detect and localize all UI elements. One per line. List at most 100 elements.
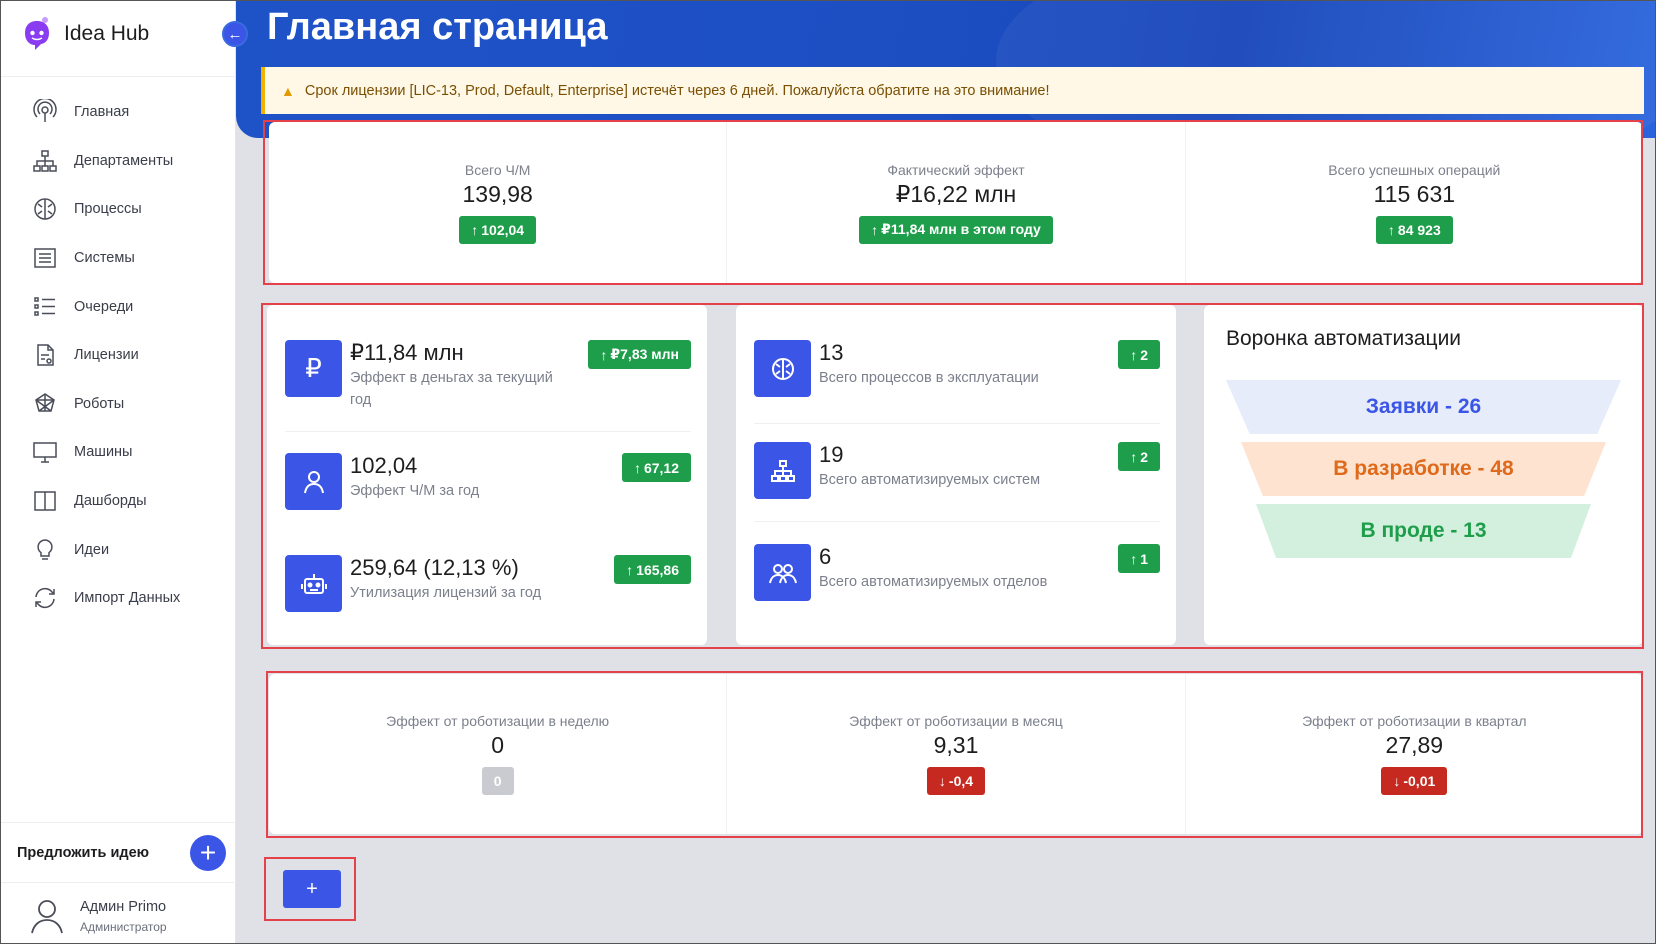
kpi-desc: Эффект в деньгах за текущий год [350, 370, 553, 408]
summary-stat: Всего Ч/М 139,98 ↑ 102,04 [269, 122, 728, 283]
process-icon [754, 340, 811, 397]
monitor-icon [33, 442, 57, 464]
app-name: Idea Hub [64, 22, 150, 45]
kpi-desc: Эффект Ч/М за год [350, 483, 480, 499]
alert-text: Срок лицензии [LIC-13, Prod, Default, En… [304, 82, 1050, 99]
funnel-step-requests[interactable]: Заявки - 26 [1226, 380, 1621, 434]
robotization-effect-card: Эффект от роботизации в неделю 0 0 Эффек… [269, 674, 1643, 834]
robot-effect-stat: Эффект от роботизации в неделю 0 0 [269, 674, 728, 834]
stat-badge: 0 [481, 767, 514, 795]
robot-icon [285, 555, 342, 612]
kpi-badge: ↑ 2 [1118, 442, 1160, 471]
stat-badge: ↓ -0,01 [1381, 767, 1448, 795]
collapse-sidebar-button[interactable]: ← [222, 21, 248, 47]
process-icon [34, 198, 56, 221]
page-title: Главная страница [267, 6, 608, 48]
user-role: Администратор [80, 919, 167, 934]
sidebar-nav: Главная Департаменты Процессы Системы Оч… [0, 88, 236, 623]
kpi-item: 102,04 Эффект Ч/М за год ↑ 67,12 [285, 453, 691, 510]
stat-value: 0 [491, 732, 505, 758]
kpi-item: 19 Всего автоматизируемых систем ↑ 2 [754, 442, 1160, 499]
robot-effect-stat: Эффект от роботизации в квартал 27,89 ↓ -… [1186, 674, 1643, 834]
stat-value: 27,89 [1385, 732, 1444, 758]
sidebar-item-machines[interactable]: Машины [0, 428, 236, 477]
sidebar-item-label: Импорт Данных [74, 590, 181, 607]
kpi-item: 6 Всего автоматизируемых отделов ↑ 1 [754, 544, 1160, 601]
kpi-badge: ↑ 165,86 [614, 555, 691, 584]
stat-badge: ↑ 84 923 [1375, 215, 1453, 244]
arrow-left-icon: ← [227, 25, 243, 43]
home-icon [33, 99, 57, 123]
stat-label: Эффект от роботизации в квартал [1302, 713, 1527, 729]
kpi-badge: ↑ 1 [1118, 544, 1160, 573]
kpi-value: 13 [819, 340, 844, 365]
kpi-value: 19 [819, 442, 844, 467]
kpi-value: 6 [819, 544, 832, 569]
sidebar-item-queues[interactable]: Очереди [0, 282, 236, 331]
sidebar-item-label: Роботы [74, 395, 125, 412]
sidebar-item-processes[interactable]: Процессы [0, 185, 236, 234]
stat-value: ₽16,22 млн [895, 180, 1017, 207]
stat-value: 9,31 [933, 732, 979, 758]
kpi-money-card: ₽ ₽11,84 млн Эффект в деньгах за текущий… [267, 305, 707, 645]
lightbulb-icon [37, 538, 53, 560]
stat-label: Фактический эффект [887, 161, 1025, 178]
system-icon [34, 248, 56, 268]
funnel-step-production[interactable]: В проде - 13 [1256, 504, 1591, 558]
kpi-item: ₽ ₽11,84 млн Эффект в деньгах за текущий… [285, 340, 691, 411]
kpi-badge: ↑ ₽7,83 млн [588, 340, 691, 369]
kpi-desc: Утилизация лицензий за год [350, 585, 542, 601]
sidebar-item-label: Машины [74, 444, 133, 461]
summary-stat: Всего успешных операций 115 631 ↑ 84 923 [1186, 122, 1643, 283]
user-avatar-icon [31, 900, 63, 934]
sidebar-item-dashboards[interactable]: Дашборды [0, 477, 236, 526]
summary-card: Всего Ч/М 139,98 ↑ 102,04 Фактический эфф… [269, 122, 1643, 283]
robot-icon [35, 392, 55, 412]
sidebar-item-label: Лицензии [74, 347, 139, 364]
automation-funnel-card: Воронка автоматизации Заявки - 26 В разр… [1204, 305, 1643, 645]
sidebar-item-label: Главная [74, 104, 130, 121]
add-widget-button[interactable]: + [283, 870, 341, 908]
funnel-title: Воронка автоматизации [1226, 327, 1462, 350]
kpi-automation-card: 13 Всего процессов в эксплуатации ↑ 2 19 … [736, 305, 1176, 645]
suggest-idea-button[interactable]: + [190, 835, 226, 871]
sidebar-item-licenses[interactable]: Лицензии [0, 331, 236, 380]
org-chart-icon [33, 150, 57, 172]
sidebar-item-data-import[interactable]: Импорт Данных [0, 574, 236, 623]
sidebar-item-label: Дашборды [74, 493, 147, 510]
funnel-step-development[interactable]: В разработке - 48 [1241, 442, 1606, 496]
logo-icon [25, 17, 49, 50]
stat-badge: ↓ -0,4 [926, 767, 986, 795]
warning-icon: ▲ [281, 82, 295, 99]
ruble-icon: ₽ [285, 340, 342, 397]
suggest-idea: Предложить идею + [0, 824, 236, 882]
dashboard-icon [34, 491, 56, 511]
kpi-badge: ↑ 2 [1118, 340, 1160, 369]
user-profile[interactable]: Админ Primo Администратор [0, 888, 236, 944]
stat-label: Эффект от роботизации в неделю [386, 713, 610, 729]
stat-badge: ↑ ₽11,84 млн в этом году [859, 215, 1053, 244]
stat-label: Всего Ч/М [464, 161, 531, 178]
stat-label: Эффект от роботизации в месяц [849, 713, 1063, 729]
kpi-item: 259,64 (12,13 %) Утилизация лицензий за … [285, 555, 691, 612]
user-name: Админ Primo [80, 898, 167, 915]
sidebar-item-ideas[interactable]: Идеи [0, 525, 236, 574]
sidebar-item-label: Системы [74, 250, 135, 267]
sidebar-item-departments[interactable]: Департаменты [0, 137, 236, 186]
app-logo[interactable]: Idea Hub [22, 16, 149, 52]
kpi-item: 13 Всего процессов в эксплуатации ↑ 2 [754, 340, 1160, 397]
stat-value: 115 631 [1373, 180, 1456, 207]
sidebar-item-label: Департаменты [74, 152, 174, 169]
sidebar: Idea Hub Главная Департаменты Процессы С… [0, 0, 236, 944]
sidebar-item-home[interactable]: Главная [0, 88, 236, 137]
sidebar-item-label: Очереди [74, 298, 134, 315]
robot-effect-stat: Эффект от роботизации в месяц 9,31 ↓ -0,4 [727, 674, 1186, 834]
person-icon [285, 453, 342, 510]
sidebar-item-label: Процессы [74, 201, 142, 218]
sidebar-item-robots[interactable]: Роботы [0, 380, 236, 429]
group-icon [754, 544, 811, 601]
sidebar-item-systems[interactable]: Системы [0, 234, 236, 283]
org-chart-icon [754, 442, 811, 499]
kpi-desc: Всего процессов в эксплуатации [819, 370, 1039, 386]
license-icon [37, 344, 54, 367]
